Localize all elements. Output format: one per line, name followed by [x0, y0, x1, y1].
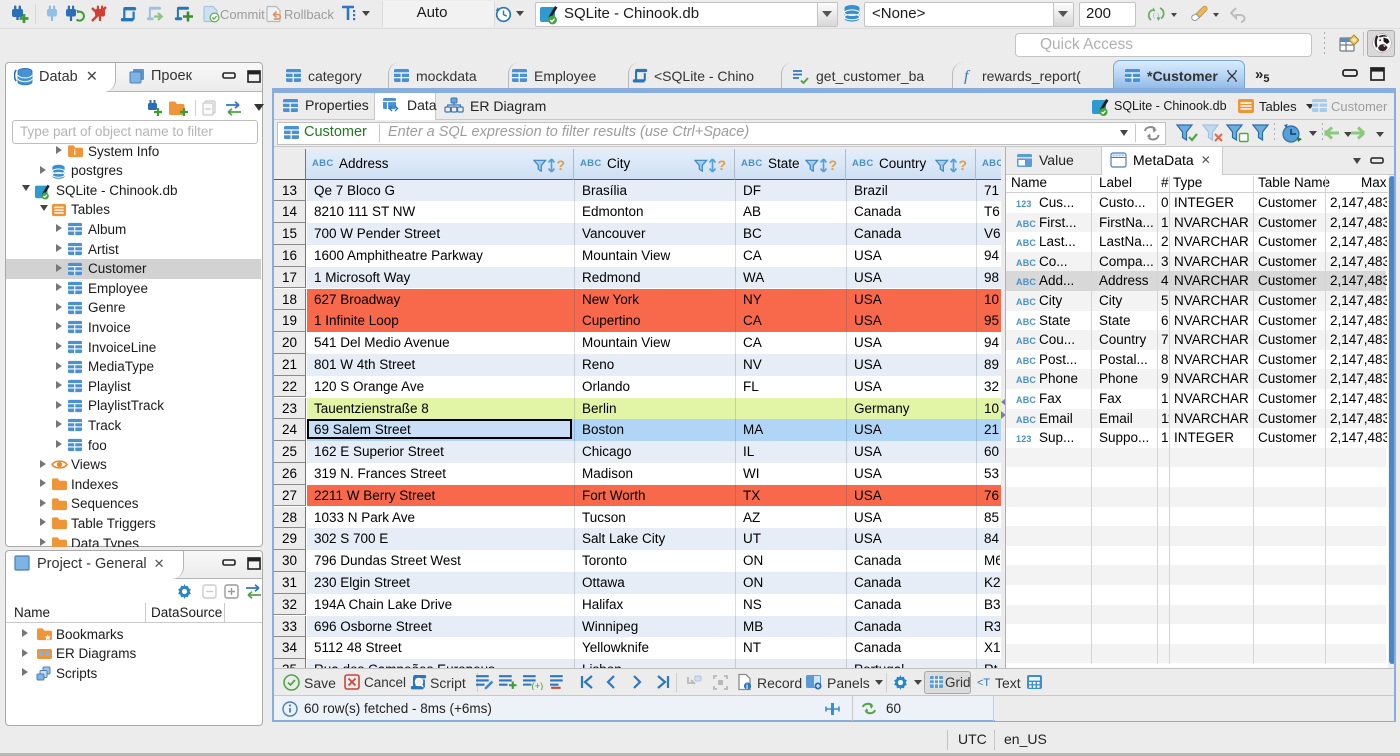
svg-text:f: f	[964, 68, 971, 84]
svg-text:(·): (·)	[1153, 13, 1159, 19]
svg-text:(+): (+)	[531, 681, 543, 690]
svg-text:i: i	[74, 147, 76, 157]
svg-text:i: i	[746, 682, 748, 691]
svg-text:<T: <T	[977, 677, 990, 689]
